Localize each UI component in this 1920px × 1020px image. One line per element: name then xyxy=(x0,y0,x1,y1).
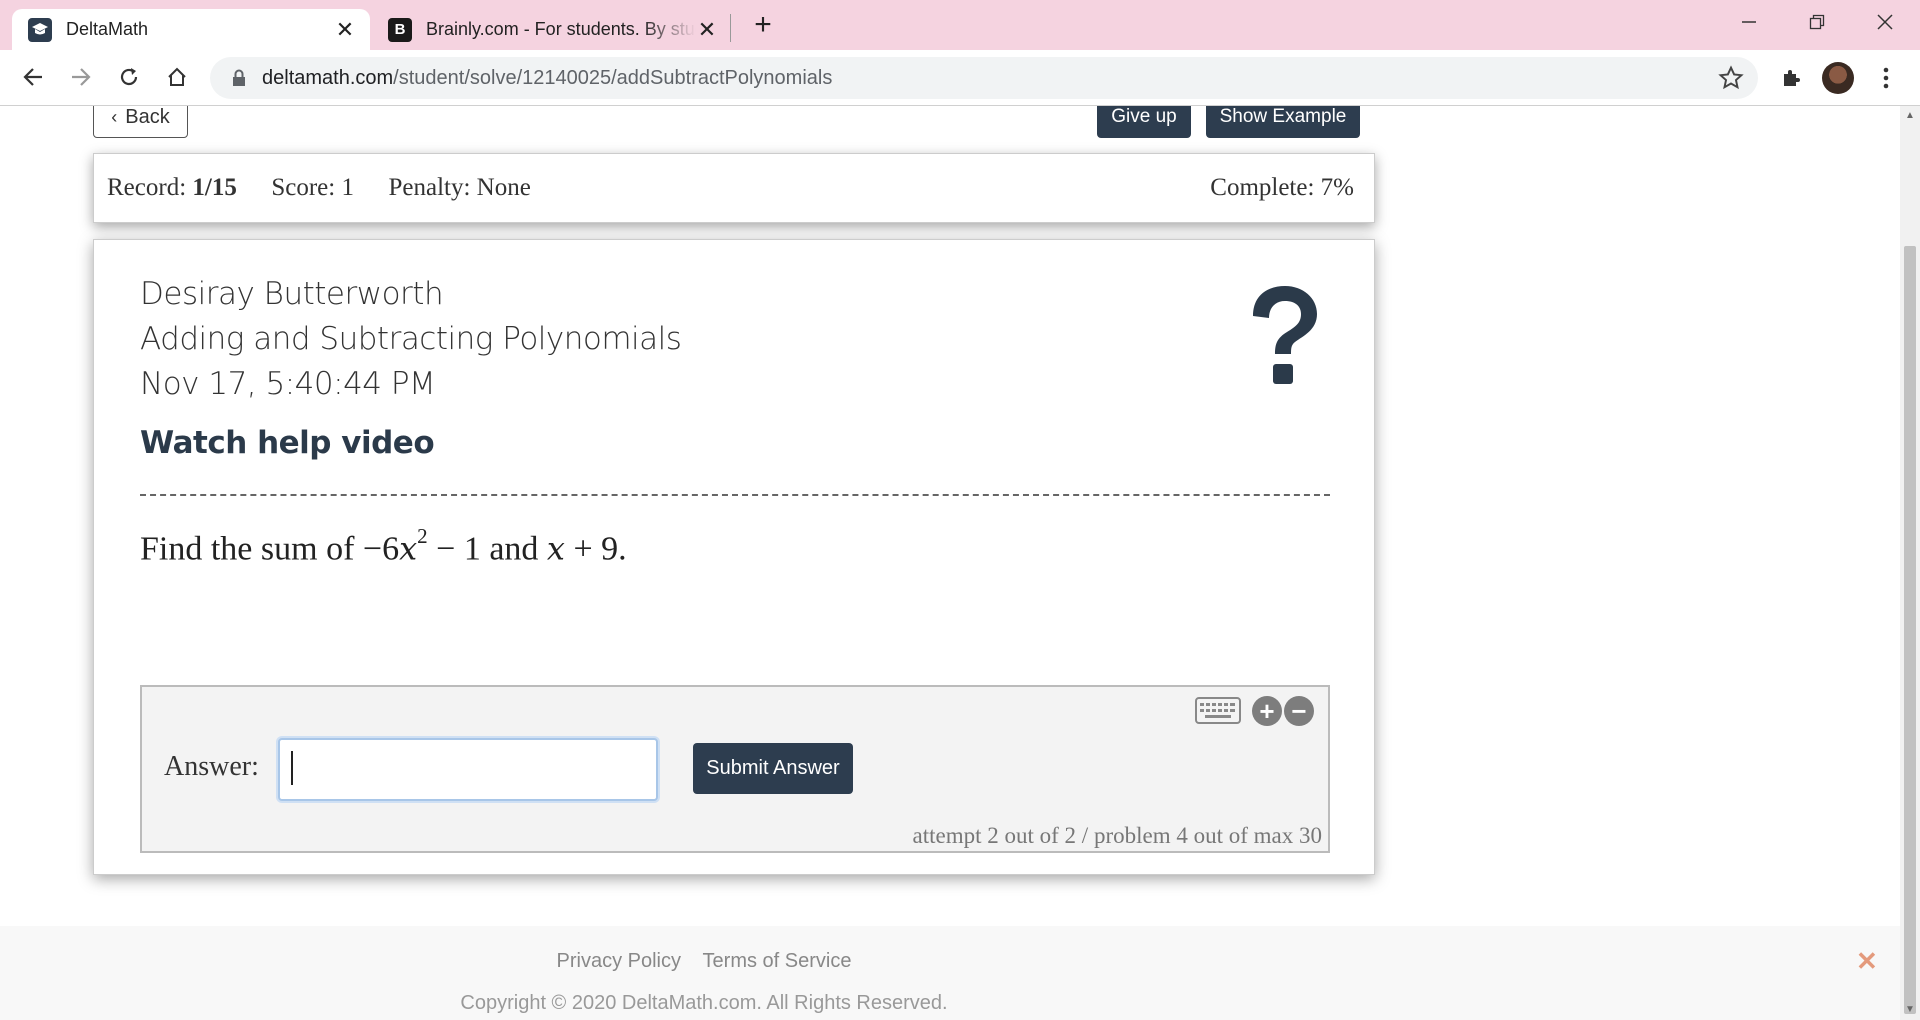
complete-value: 7% xyxy=(1320,174,1354,201)
page-content: ‹ Back Give up Show Example Record: 1/15… xyxy=(0,106,1920,1020)
restore-icon[interactable] xyxy=(1782,4,1852,40)
bookmark-star-icon[interactable] xyxy=(1718,65,1744,91)
tab-title: DeltaMath xyxy=(66,19,149,39)
new-tab-button[interactable]: + xyxy=(748,10,778,40)
tab-title: Brainly.com - For students. By students. xyxy=(426,19,696,39)
keyboard-icon[interactable] xyxy=(1195,695,1241,725)
back-button-label: Back xyxy=(125,106,170,128)
tab-brainly[interactable]: B Brainly.com - For students. By student… xyxy=(372,9,732,50)
footer-close-icon[interactable]: ✕ xyxy=(1856,946,1878,977)
show-example-button[interactable]: Show Example xyxy=(1206,106,1360,138)
answer-input[interactable] xyxy=(278,738,658,801)
zoom-in-icon[interactable]: + xyxy=(1252,696,1282,726)
record-bar: Record: 1/15 Score: 1 Penalty: None Comp… xyxy=(93,153,1375,223)
copyright-text: Copyright © 2020 DeltaMath.com. All Righ… xyxy=(460,992,948,1014)
complete-label: Complete: xyxy=(1210,174,1315,201)
profile-avatar[interactable] xyxy=(1822,62,1854,94)
answer-label: Answer: xyxy=(164,751,259,782)
watch-help-video-link[interactable]: Watch help video xyxy=(140,425,435,461)
terms-of-service-link[interactable]: Terms of Service xyxy=(703,950,852,972)
tab-close-icon[interactable]: ✕ xyxy=(334,18,356,41)
privacy-policy-link[interactable]: Privacy Policy xyxy=(557,950,681,972)
give-up-button[interactable]: Give up xyxy=(1097,106,1191,138)
score-label: Score: xyxy=(271,174,336,201)
topic-title: Adding and Subtracting Polynomials xyxy=(140,321,682,357)
lock-icon xyxy=(228,67,250,89)
scroll-up-icon[interactable]: ▲ xyxy=(1904,110,1916,122)
address-bar[interactable]: deltamath.com/student/solve/12140025/add… xyxy=(210,57,1758,99)
browser-tabstrip: DeltaMath ✕ B Brainly.com - For students… xyxy=(0,0,1920,50)
problem-statement: Find the sum of −6x2 − 1 and x + 9. xyxy=(140,524,627,568)
problem-card: Desiray Butterworth Adding and Subtracti… xyxy=(93,239,1375,875)
footer-links: Privacy Policy Terms of Service xyxy=(0,950,1408,973)
attempt-status: attempt 2 out of 2 / problem 4 out of ma… xyxy=(912,823,1322,848)
back-button[interactable]: ‹ Back xyxy=(93,106,188,138)
browser-menu-icon[interactable] xyxy=(1870,62,1902,94)
back-arrow-icon[interactable] xyxy=(14,58,52,96)
minimize-icon[interactable] xyxy=(1714,4,1784,40)
chevron-left-icon: ‹ xyxy=(111,106,118,127)
scroll-down-icon[interactable]: ▼ xyxy=(1904,1004,1916,1016)
reload-icon[interactable] xyxy=(110,58,148,96)
zoom-out-icon[interactable]: − xyxy=(1284,696,1314,726)
record-label: Record: xyxy=(107,174,187,201)
question-mark-icon[interactable] xyxy=(1239,282,1329,392)
timestamp: Nov 17, 5:40:44 PM xyxy=(140,366,436,402)
score-value: 1 xyxy=(341,174,354,201)
penalty-value: None xyxy=(476,174,531,201)
tab-deltamath[interactable]: DeltaMath ✕ xyxy=(12,9,370,50)
answer-panel: + − Answer: Submit Answer attempt 2 out … xyxy=(140,685,1330,853)
home-icon[interactable] xyxy=(158,58,196,96)
text-cursor xyxy=(291,751,293,785)
url-text: deltamath.com/student/solve/12140025/add… xyxy=(262,66,833,89)
student-name: Desiray Butterworth xyxy=(140,276,444,312)
footer: Privacy Policy Terms of Service Copyrigh… xyxy=(0,926,1900,1020)
page-scrollbar[interactable]: ▲ ▼ xyxy=(1900,106,1920,1020)
penalty-label: Penalty: xyxy=(388,174,471,201)
window-close-icon[interactable] xyxy=(1850,4,1920,40)
section-divider xyxy=(140,494,1330,496)
browser-toolbar: deltamath.com/student/solve/12140025/add… xyxy=(0,50,1920,106)
forward-arrow-icon[interactable] xyxy=(62,58,100,96)
deltamath-logo-icon xyxy=(28,17,52,42)
scrollbar-thumb[interactable] xyxy=(1904,246,1916,1014)
tab-separator xyxy=(730,14,731,42)
extensions-puzzle-icon[interactable] xyxy=(1776,62,1808,94)
record-value: 1/15 xyxy=(192,174,237,201)
brainly-logo-icon: B xyxy=(388,17,412,42)
submit-answer-button[interactable]: Submit Answer xyxy=(693,743,853,794)
tab-close-icon[interactable]: ✕ xyxy=(696,18,718,41)
